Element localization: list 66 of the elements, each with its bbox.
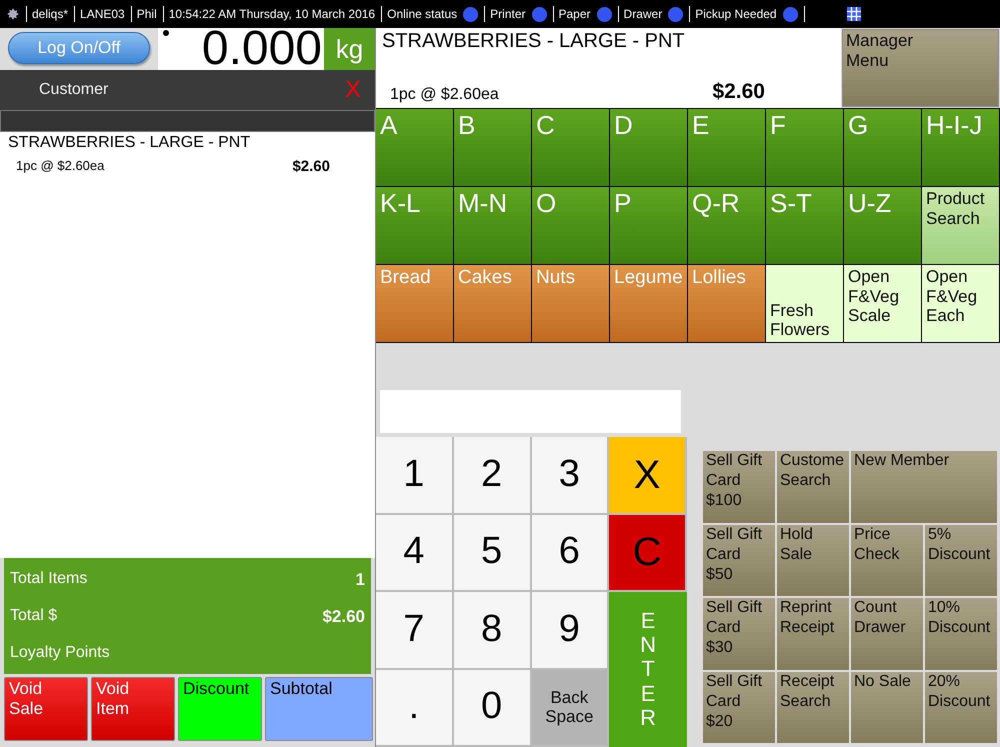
keypad-key[interactable]: C [609, 514, 687, 592]
function-button[interactable]: Sell Gift Card $20 [703, 672, 775, 743]
separator [804, 6, 805, 22]
customer-label: Customer [39, 81, 108, 99]
total-label: Total $ [10, 606, 58, 626]
keypad-key[interactable]: 8 [454, 592, 532, 670]
keypad-key[interactable]: 6 [532, 514, 610, 592]
stable-indicator-icon [163, 30, 169, 36]
keypad-key[interactable]: 3 [532, 437, 610, 514]
function-button[interactable]: Sell Gift Card $100 [703, 451, 775, 522]
total-label: Total Items [10, 570, 88, 590]
weight-unit: kg [324, 28, 375, 70]
status-text: Phil [130, 6, 157, 22]
weight-value: 0.000 [202, 28, 322, 70]
category-button[interactable]: Open F&Veg Each [922, 265, 1000, 343]
function-button[interactable]: 20% Discount [925, 672, 997, 743]
keypad-key[interactable]: 4 [376, 514, 454, 592]
input-field[interactable] [380, 390, 681, 433]
keypad-key[interactable]: . [376, 670, 454, 747]
function-button[interactable]: Sell Gift Card $30 [703, 598, 775, 670]
function-button[interactable]: Hold Sale [777, 524, 849, 596]
status-text: LANE03 [74, 6, 125, 22]
current-item-detail: 1pc @ $2.60ea [390, 86, 499, 104]
status-text: 10:54:22 AM Thursday, 10 March 2016 [162, 6, 376, 22]
current-item-price: $2.60 [712, 80, 765, 104]
keypad-key[interactable]: 2 [454, 437, 532, 514]
current-item-name: STRAWBERRIES - LARGE - PNT [382, 30, 686, 53]
item-detail: 1pc @ $2.60ea [16, 158, 104, 175]
action-button[interactable]: Void Sale [4, 677, 88, 741]
item-price: $2.60 [292, 158, 330, 175]
function-button[interactable]: Price Check [851, 524, 923, 596]
keypad-key[interactable]: 0 [454, 670, 532, 747]
grid-icon[interactable] [846, 7, 861, 21]
keypad-key[interactable]: 1 [376, 437, 454, 514]
total-value: 1 [356, 570, 365, 590]
keypad-key[interactable]: 9 [532, 592, 610, 670]
function-button[interactable]: 10% Discount [925, 598, 997, 670]
category-button[interactable]: Fresh Flowers [766, 265, 844, 343]
category-button[interactable]: Product Search [922, 187, 1000, 265]
function-button[interactable]: Sell Gift Card $50 [703, 524, 775, 596]
category-button[interactable]: Open F&Veg Scale [844, 265, 922, 343]
function-button[interactable]: Count Drawer [851, 598, 923, 670]
keypad-key[interactable]: 5 [454, 514, 532, 592]
function-button[interactable]: New Member [851, 451, 997, 522]
keypad-key[interactable]: X [609, 437, 687, 514]
function-button[interactable]: Custome Search [777, 451, 849, 522]
function-button[interactable]: Receipt Search [777, 672, 849, 743]
function-button[interactable]: No Sale [851, 672, 923, 743]
function-button[interactable]: 5% Discount [925, 524, 997, 596]
status-text: deliqs* [26, 6, 68, 22]
function-button[interactable]: Reprint Receipt [777, 598, 849, 670]
keypad-key[interactable]: 7 [376, 592, 454, 670]
total-label: Loyalty Points [10, 644, 110, 662]
status-label: Online status [381, 6, 458, 22]
status-label: Paper [552, 6, 591, 22]
status-label: Printer [484, 6, 526, 22]
action-button[interactable]: Discount [178, 677, 262, 741]
status-label: Pickup Needed [689, 6, 777, 22]
action-button[interactable]: Subtotal [265, 677, 373, 741]
action-button[interactable]: Void Item [91, 677, 175, 741]
status-label: Drawer [618, 6, 662, 22]
total-value: $2.60 [322, 606, 365, 627]
gear-icon[interactable] [6, 7, 20, 21]
manager-menu-button[interactable]: Manager Menu [842, 29, 999, 107]
keypad-key[interactable]: Back Space [532, 670, 610, 747]
item-name[interactable]: STRAWBERRIES - LARGE - PNT [8, 134, 367, 152]
